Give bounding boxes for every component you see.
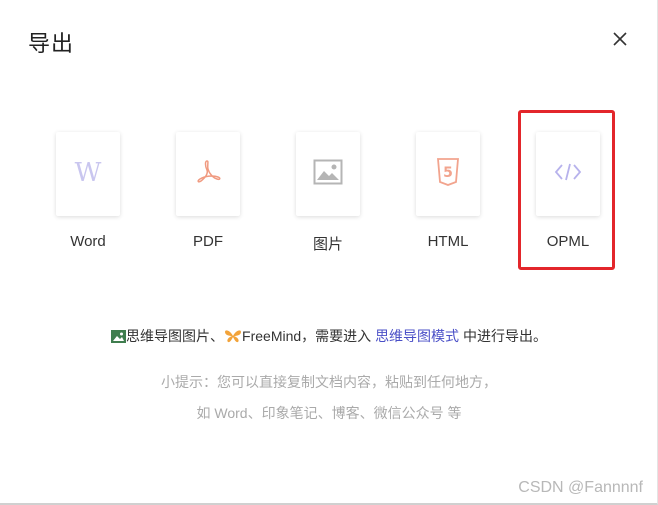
image-icon bbox=[313, 159, 343, 190]
export-card-pdf[interactable] bbox=[176, 132, 240, 216]
export-label-opml: OPML bbox=[546, 233, 590, 250]
export-option-image[interactable]: 图片 bbox=[296, 132, 360, 254]
export-label-word: Word bbox=[70, 233, 106, 250]
export-option-opml[interactable]: OPML bbox=[536, 132, 600, 254]
export-option-html[interactable]: 5 HTML bbox=[416, 132, 480, 254]
export-label-pdf: PDF bbox=[193, 233, 223, 250]
export-options: W Word PDF 图片 5 HTML OPML bbox=[56, 132, 600, 254]
export-card-html[interactable]: 5 bbox=[416, 132, 480, 216]
export-card-image[interactable] bbox=[296, 132, 360, 216]
export-label-image: 图片 bbox=[312, 236, 343, 253]
word-icon: W bbox=[74, 158, 102, 191]
pdf-icon bbox=[193, 157, 223, 192]
svg-text:W: W bbox=[75, 158, 102, 186]
dialog-title: 导出 bbox=[28, 31, 75, 56]
export-dialog: 导出 W Word PDF 图片 5 HTML OPML 思维导图图片、 Fre… bbox=[0, 0, 658, 505]
hint-text-part3: 中进行导出。 bbox=[459, 328, 547, 344]
hint-text-part2: FreeMind，需要进入 bbox=[242, 328, 376, 344]
code-icon bbox=[554, 162, 582, 187]
hint-text-part1: 思维导图图片、 bbox=[126, 328, 225, 344]
close-icon[interactable] bbox=[611, 30, 629, 48]
export-card-opml[interactable] bbox=[536, 132, 600, 216]
export-option-word[interactable]: W Word bbox=[56, 132, 120, 254]
mindmap-image-icon bbox=[111, 330, 127, 346]
export-card-word[interactable]: W bbox=[56, 132, 120, 216]
tip-line-1: 小提示：您可以直接复制文档内容，粘贴到任何地方， bbox=[161, 374, 497, 390]
svg-text:5: 5 bbox=[443, 165, 453, 181]
mindmap-mode-link[interactable]: 思维导图模式 bbox=[375, 328, 459, 344]
freemind-butterfly-icon bbox=[224, 329, 242, 346]
export-label-html: HTML bbox=[427, 233, 469, 250]
tip-line-2: 如 Word、印象笔记、博客、微信公众号 等 bbox=[196, 405, 462, 421]
export-option-pdf[interactable]: PDF bbox=[176, 132, 240, 254]
csdn-watermark: CSDN @Fannnnf bbox=[518, 479, 643, 496]
html5-icon: 5 bbox=[436, 157, 460, 192]
mindmap-export-hint: 思维导图图片、 FreeMind，需要进入 思维导图模式 中进行导出。 bbox=[0, 326, 658, 346]
